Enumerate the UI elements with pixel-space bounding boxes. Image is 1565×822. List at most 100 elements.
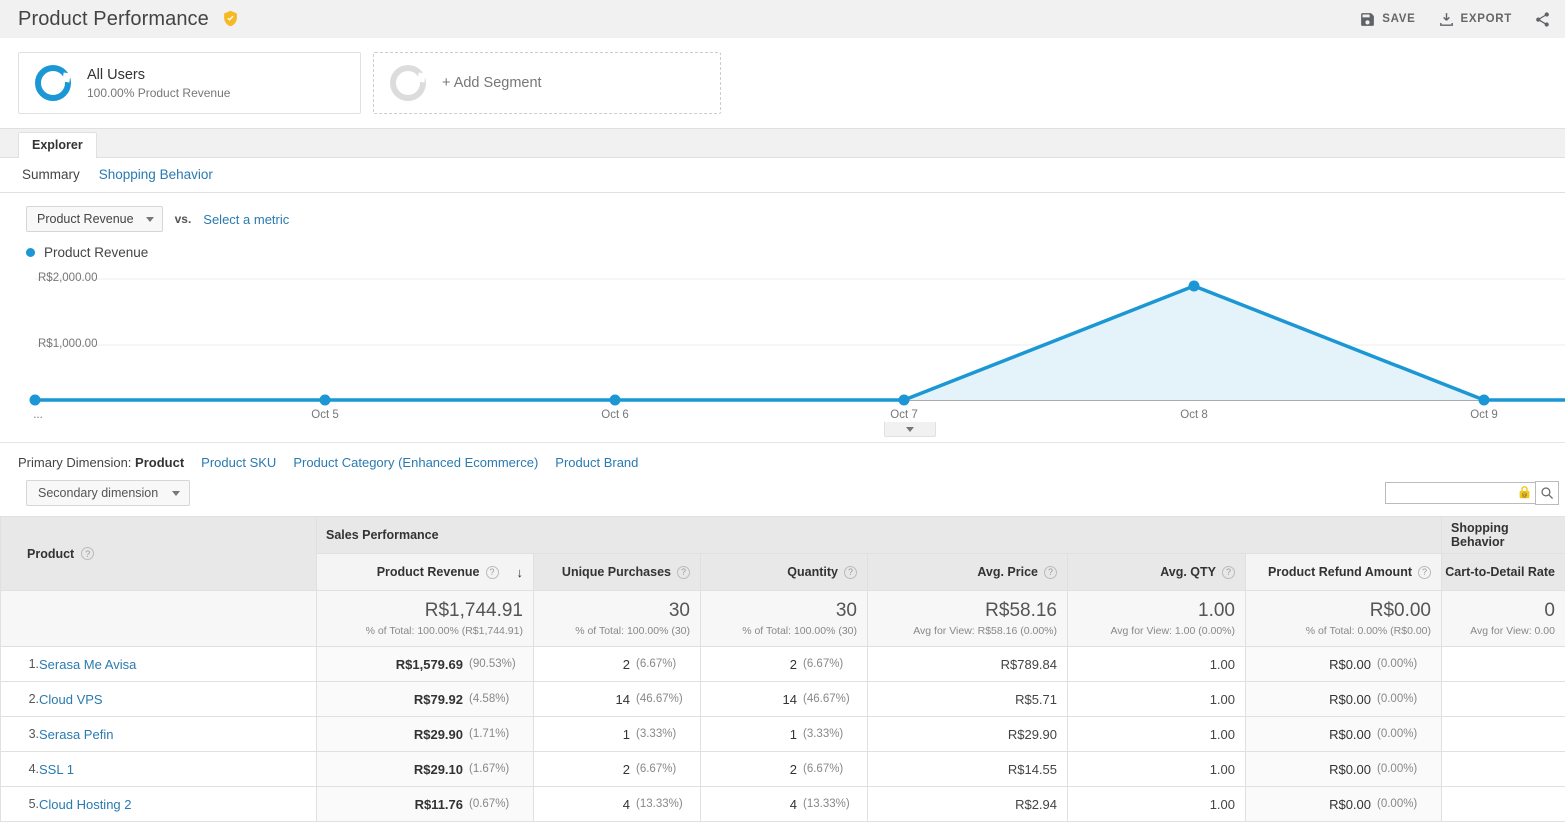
help-icon[interactable]: ?	[677, 566, 690, 579]
column-header-product-label: Product	[27, 547, 74, 561]
row-unique-purchases: 2 (6.67%)	[534, 647, 701, 682]
row-product-link[interactable]: Cloud Hosting 2	[39, 797, 132, 812]
column-header-product-revenue[interactable]: Product Revenue ? ↓	[317, 554, 534, 591]
row-product-revenue: R$1,579.69 (90.53%)	[317, 647, 534, 682]
row-value: R$29.10	[414, 762, 463, 777]
top-bar: Product Performance SAVE EXPORT	[0, 0, 1565, 38]
share-icon	[1534, 11, 1551, 28]
select-a-metric-link[interactable]: Select a metric	[203, 212, 289, 227]
totals-subtext: Avg for View: 1.00 (0.00%)	[1078, 625, 1235, 637]
table-row[interactable]: 3. Serasa Pefin R$29.90 (1.71%) 1 (3.33%…	[1, 717, 1565, 752]
row-value: 4	[790, 797, 797, 812]
advanced-filter-lock-icon[interactable]: @	[1518, 485, 1531, 503]
totals-cell-product	[1, 591, 317, 647]
row-value: R$29.90	[414, 727, 463, 742]
chart-legend: Product Revenue	[0, 232, 1565, 260]
save-button[interactable]: SAVE	[1359, 11, 1415, 28]
secondary-dimension-select[interactable]: Secondary dimension	[26, 480, 190, 506]
chart-canvas[interactable]	[0, 272, 1565, 407]
table-row[interactable]: 5. Cloud Hosting 2 R$11.76 (0.67%) 4 (13…	[1, 787, 1565, 822]
dimension-link-product-category[interactable]: Product Category (Enhanced Ecommerce)	[293, 455, 538, 470]
totals-cell-cart-to-detail-rate: 0 Avg for View: 0.00	[1442, 591, 1565, 647]
help-icon[interactable]: ?	[1222, 566, 1235, 579]
row-avg-price: R$5.71	[868, 682, 1068, 717]
help-icon[interactable]: ?	[1044, 566, 1057, 579]
row-unique-purchases: 1 (3.33%)	[534, 717, 701, 752]
add-segment-donut-icon	[390, 65, 426, 101]
column-header-unique-purchases[interactable]: Unique Purchases ?	[534, 554, 701, 591]
download-icon	[1438, 11, 1455, 28]
sort-descending-icon: ↓	[517, 565, 524, 580]
search-input[interactable]	[1385, 482, 1535, 504]
row-percent: (3.33%)	[803, 728, 857, 740]
column-header-quantity[interactable]: Quantity ?	[701, 554, 868, 591]
group-header-shopping-behavior: Shopping Behavior	[1442, 517, 1565, 554]
row-avg-price: R$789.84	[868, 647, 1068, 682]
row-quantity: 2 (6.67%)	[701, 752, 868, 787]
row-product-link[interactable]: Cloud VPS	[39, 692, 103, 707]
column-header-product-refund-amount[interactable]: Product Refund Amount ?	[1246, 554, 1442, 591]
table-row[interactable]: 4. SSL 1 R$29.10 (1.67%) 2 (6.67%) 2 (6.…	[1, 752, 1565, 787]
dimension-link-product-brand[interactable]: Product Brand	[555, 455, 638, 470]
primary-dimension-active: Product	[135, 455, 184, 470]
row-product-link[interactable]: Serasa Me Avisa	[39, 657, 136, 672]
primary-metric-select[interactable]: Product Revenue	[26, 206, 163, 232]
column-header-cart-to-detail-rate-label: Cart-to-Detail Rate	[1445, 565, 1555, 579]
dimension-link-product-sku[interactable]: Product SKU	[201, 455, 276, 470]
chevron-down-icon	[172, 491, 180, 496]
help-icon[interactable]: ?	[81, 547, 94, 560]
save-button-label: SAVE	[1382, 13, 1415, 25]
row-value: R$11.76	[415, 797, 463, 812]
row-product-link[interactable]: SSL 1	[39, 762, 74, 777]
row-cart-to-detail-rate	[1442, 682, 1565, 717]
row-unique-purchases: 2 (6.67%)	[534, 752, 701, 787]
row-percent: (46.67%)	[636, 693, 690, 705]
help-icon[interactable]: ?	[1418, 566, 1431, 579]
column-header-cart-to-detail-rate[interactable]: Cart-to-Detail Rate	[1442, 554, 1565, 591]
row-percent: (0.00%)	[1377, 693, 1431, 705]
group-header-sales-performance: Sales Performance	[317, 517, 1442, 554]
row-avg-price: R$29.90	[868, 717, 1068, 752]
totals-cell-avg-price: R$58.16 Avg for View: R$58.16 (0.00%)	[868, 591, 1068, 647]
table-row[interactable]: 2. Cloud VPS R$79.92 (4.58%) 14 (46.67%)…	[1, 682, 1565, 717]
row-avg-price: R$2.94	[868, 787, 1068, 822]
totals-subtext: % of Total: 100.00% (30)	[711, 625, 857, 637]
row-value: 1	[623, 727, 630, 742]
chart-collapse-toggle[interactable]	[884, 422, 936, 437]
row-number: 3.	[11, 727, 39, 741]
row-product-cell: 1. Serasa Me Avisa	[1, 647, 317, 682]
product-revenue-chart: R$2,000.00 R$1,000.00 ... Oct 5 Oct 6 Oc…	[0, 272, 1565, 422]
page-title-text: Product Performance	[18, 8, 209, 30]
share-button[interactable]	[1534, 11, 1551, 28]
row-percent: (6.67%)	[803, 658, 857, 670]
row-percent: (46.67%)	[803, 693, 857, 705]
add-segment-label: + Add Segment	[442, 75, 542, 91]
primary-metric-value: Product Revenue	[37, 212, 134, 226]
row-cart-to-detail-rate	[1442, 752, 1565, 787]
table-row[interactable]: 1. Serasa Me Avisa R$1,579.69 (90.53%) 2…	[1, 647, 1565, 682]
x-axis-tick-4: Oct 8	[1180, 409, 1207, 421]
row-product-link[interactable]: Serasa Pefin	[39, 727, 113, 742]
column-header-product[interactable]: Product ?	[1, 517, 317, 591]
search-button[interactable]	[1535, 481, 1559, 505]
row-unique-purchases: 4 (13.33%)	[534, 787, 701, 822]
help-icon[interactable]: ?	[844, 566, 857, 579]
row-avg-qty: 1.00	[1068, 787, 1246, 822]
export-button[interactable]: EXPORT	[1438, 11, 1513, 28]
segment-all-users[interactable]: All Users 100.00% Product Revenue	[18, 52, 361, 114]
row-avg-qty: 1.00	[1068, 752, 1246, 787]
add-segment-button[interactable]: + Add Segment	[373, 52, 721, 114]
tab-explorer[interactable]: Explorer	[18, 132, 97, 158]
segment-subtitle: 100.00% Product Revenue	[87, 86, 230, 100]
row-percent: (0.00%)	[1377, 728, 1431, 740]
column-header-avg-price[interactable]: Avg. Price ?	[868, 554, 1068, 591]
table-search: @	[1385, 481, 1559, 505]
row-value: R$1,579.69	[396, 657, 463, 672]
subtab-summary[interactable]: Summary	[22, 167, 80, 182]
product-performance-table: Product ? Sales Performance Shopping Beh…	[0, 516, 1565, 822]
column-header-avg-qty[interactable]: Avg. QTY ?	[1068, 554, 1246, 591]
subtab-shopping-behavior[interactable]: Shopping Behavior	[99, 167, 213, 182]
help-icon[interactable]: ?	[486, 566, 499, 579]
column-header-product-refund-amount-label: Product Refund Amount	[1268, 565, 1412, 579]
row-product-revenue: R$11.76 (0.67%)	[317, 787, 534, 822]
